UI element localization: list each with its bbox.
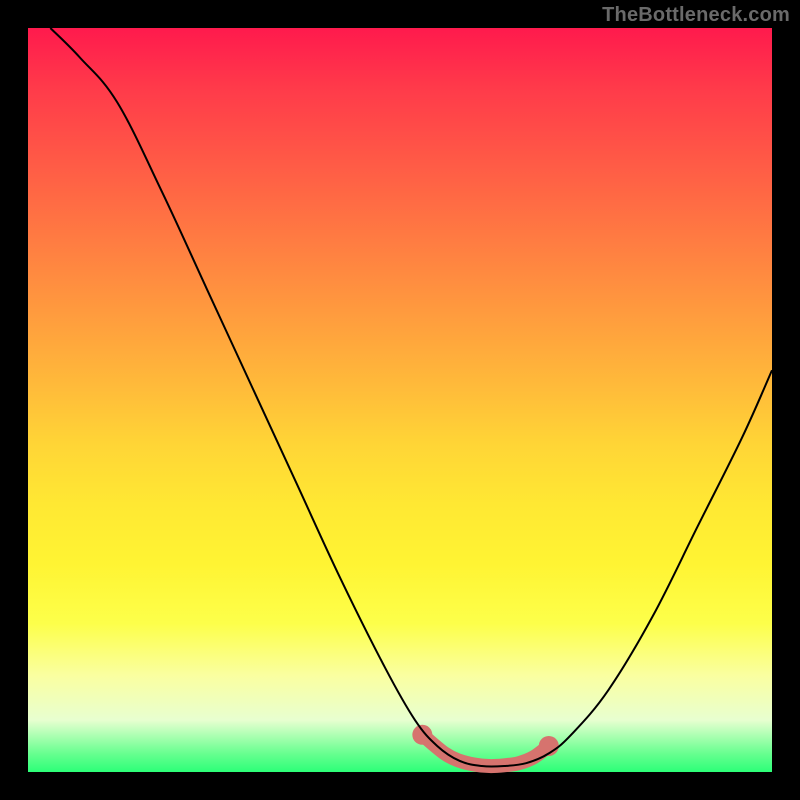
optimal-range-endpoint bbox=[412, 725, 432, 745]
attribution-text: TheBottleneck.com bbox=[602, 4, 790, 27]
outer-frame: TheBottleneck.com bbox=[0, 0, 800, 800]
curve-layer bbox=[0, 0, 800, 800]
bottleneck-curve bbox=[50, 28, 772, 767]
